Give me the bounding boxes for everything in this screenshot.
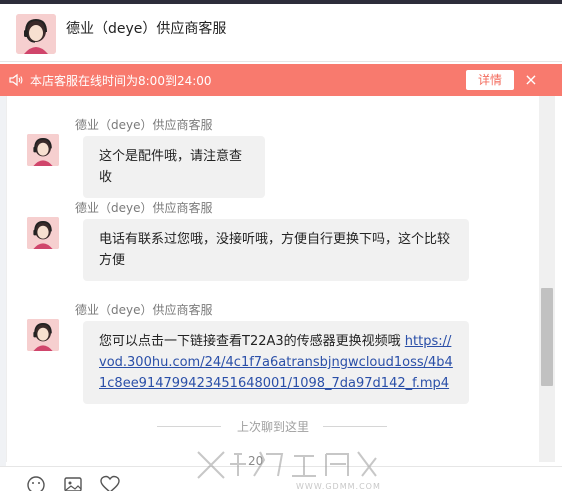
speaker-icon bbox=[8, 72, 24, 88]
message-bubble: 电话有联系过您哦，没接听哦，方便自行更换下吗，这个比较方便 bbox=[83, 219, 469, 281]
site-watermark-logo: WWW.GDMM.COM bbox=[190, 448, 390, 491]
notice-text: 本店客服在线时间为8:00到24:00 bbox=[30, 74, 212, 88]
emoji-icon[interactable] bbox=[26, 475, 48, 491]
divider-line bbox=[323, 426, 387, 427]
message-list: 德业（deye）供应商客服 这个是配件哦，请注意查收 德业（deye）供应商客服 bbox=[6, 96, 555, 462]
sender-name: 德业（deye）供应商客服 bbox=[75, 201, 213, 215]
avatar bbox=[27, 319, 59, 351]
message-text: 您可以点击一下链接查看T22A3的传感器更换视频哦 bbox=[99, 334, 405, 349]
sender-name: 德业（deye）供应商客服 bbox=[75, 118, 213, 132]
image-icon[interactable] bbox=[63, 475, 85, 491]
watermark-url: WWW.GDMM.COM bbox=[296, 482, 381, 491]
heart-icon[interactable] bbox=[100, 475, 122, 491]
divider-text: 上次聊到这里 bbox=[237, 420, 310, 434]
avatar bbox=[27, 134, 59, 166]
avatar bbox=[27, 217, 59, 249]
message-bubble: 这个是配件哦，请注意查收 bbox=[83, 136, 265, 198]
scrollbar[interactable] bbox=[539, 96, 555, 462]
agent-avatar bbox=[16, 14, 56, 54]
divider-line bbox=[157, 426, 221, 427]
notice-bar: 本店客服在线时间为8:00到24:00 详情 × bbox=[0, 64, 562, 96]
details-button[interactable]: 详情 bbox=[466, 70, 514, 90]
chat-header: 德业（deye）供应商客服 bbox=[0, 4, 562, 62]
scrollbar-thumb[interactable] bbox=[541, 288, 553, 386]
history-divider: 上次聊到这里 bbox=[157, 418, 389, 434]
close-icon[interactable]: × bbox=[522, 70, 540, 90]
message-bubble: 您可以点击一下链接查看T22A3的传感器更换视频哦 https://vod.30… bbox=[83, 321, 469, 404]
sender-name: 德业（deye）供应商客服 bbox=[75, 303, 213, 317]
chat-title: 德业（deye）供应商客服 bbox=[66, 21, 227, 37]
